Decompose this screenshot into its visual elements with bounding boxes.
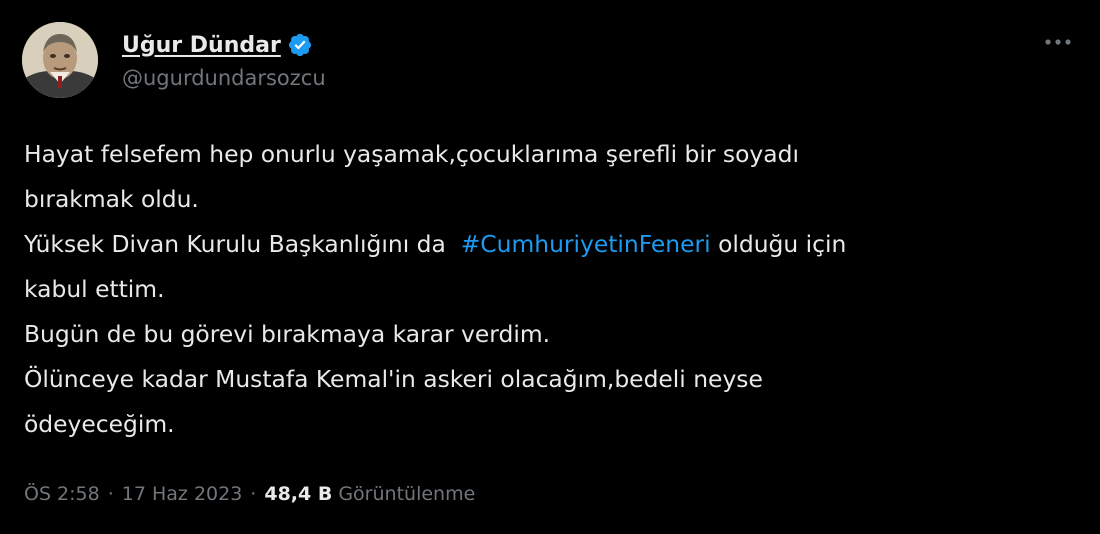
more-options-icon[interactable] xyxy=(1038,30,1078,54)
tweet-text-segment: Yüksek Divan Kurulu Başkanlığını da xyxy=(24,230,461,258)
hashtag-link[interactable]: #CumhuriyetinFeneri xyxy=(461,230,711,258)
tweet-text: Hayat felsefem hep onurlu yaşamak,çocukl… xyxy=(24,132,1064,447)
author-display-name[interactable]: Uğur Dündar xyxy=(122,33,281,58)
views-label: Görüntülenme xyxy=(338,483,476,505)
avatar[interactable] xyxy=(22,22,98,98)
tweet-text-line: Bugün de bu görevi bırakmaya karar verdi… xyxy=(24,320,551,348)
verified-badge-icon xyxy=(287,32,313,58)
tweet-text-line: Hayat felsefem hep onurlu yaşamak,çocukl… xyxy=(24,140,799,168)
meta-separator: · xyxy=(250,483,257,505)
author-name-row: Uğur Dündar xyxy=(122,28,313,62)
views-count: 48,4 B xyxy=(264,483,333,505)
author-handle[interactable]: @ugurdundarsozcu xyxy=(122,66,326,90)
profile-photo-icon xyxy=(22,22,98,98)
tweet-text-line: kabul ettim. xyxy=(24,275,165,303)
tweet-time[interactable]: ÖS 2:58 xyxy=(24,483,100,505)
tweet-meta: ÖS 2:58 · 17 Haz 2023 · 48,4 B Görüntüle… xyxy=(24,478,475,510)
meta-separator: · xyxy=(107,483,114,505)
tweet-text-line: Ölünceye kadar Mustafa Kemal'in askeri o… xyxy=(24,365,763,393)
tweet-text-segment: olduğu için xyxy=(710,230,847,258)
tweet-card: Uğur Dündar @ugurdundarsozcu Hayat felse… xyxy=(0,0,1100,534)
tweet-text-line: Yüksek Divan Kurulu Başkanlığını da #Cum… xyxy=(24,222,1064,267)
tweet-date[interactable]: 17 Haz 2023 xyxy=(122,483,243,505)
tweet-text-line: bırakmak oldu. xyxy=(24,185,199,213)
tweet-text-line: ödeyeceğim. xyxy=(24,410,175,438)
